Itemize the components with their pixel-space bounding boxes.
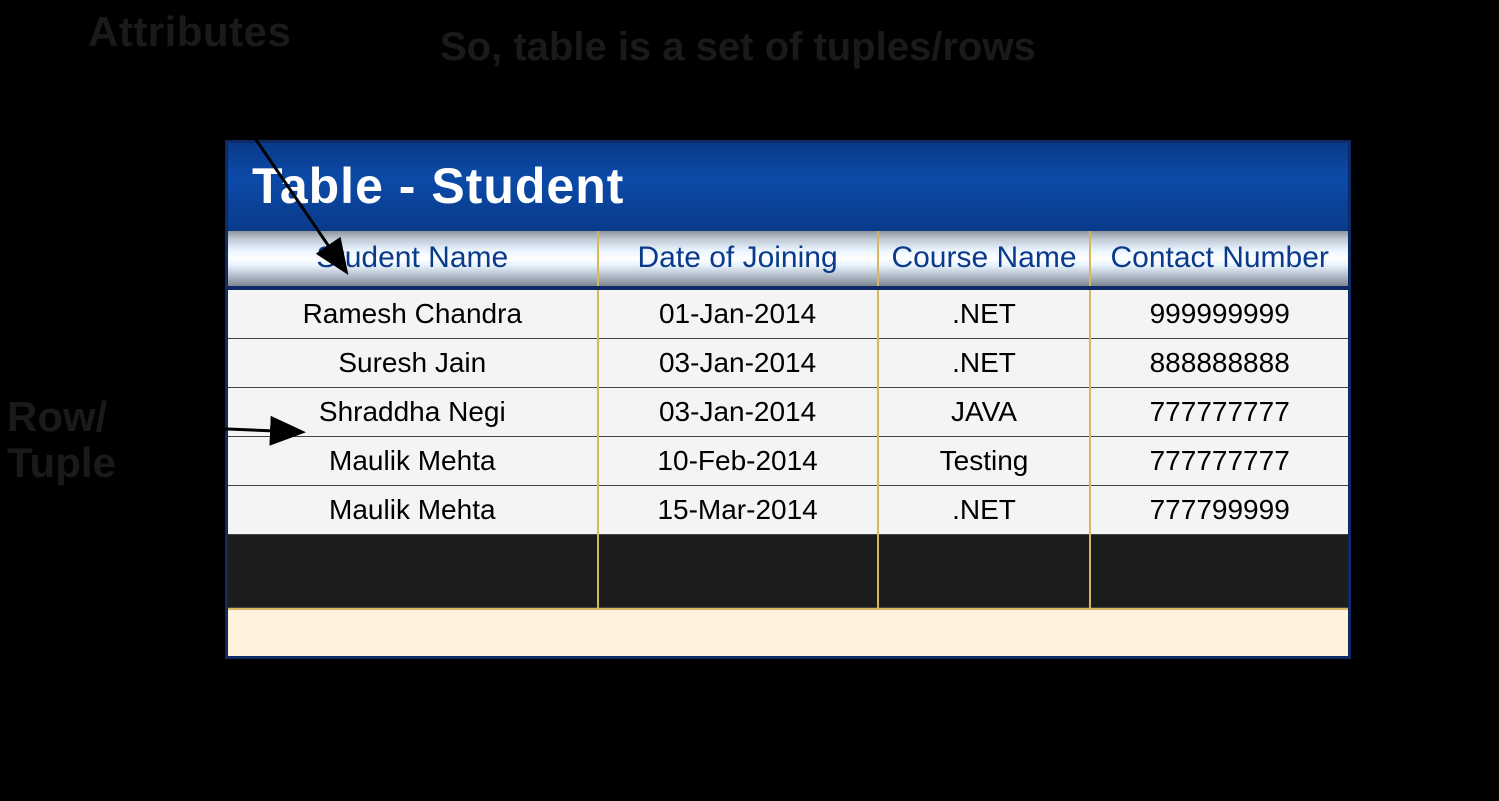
cell: Maulik Mehta: [228, 485, 598, 534]
table-header-row: Student Name Date of Joining Course Name…: [228, 231, 1348, 288]
table-row: Maulik Mehta 10-Feb-2014 Testing 7777777…: [228, 436, 1348, 485]
student-table: Student Name Date of Joining Course Name…: [228, 231, 1348, 608]
table-row: Suresh Jain 03-Jan-2014 .NET 888888888: [228, 338, 1348, 387]
table-footer-strip: [228, 608, 1348, 656]
row-tuple-label: Row/ Tuple: [7, 394, 116, 486]
cell: 10-Feb-2014: [598, 436, 878, 485]
table-row: Maulik Mehta 15-Mar-2014 .NET 777799999: [228, 485, 1348, 534]
table-title: Table - Student: [228, 143, 1348, 231]
col-contact-number: Contact Number: [1090, 231, 1348, 288]
attributes-label: Attributes: [88, 8, 291, 56]
cell-empty: [1090, 534, 1348, 607]
cell: Testing: [878, 436, 1091, 485]
cell: Shraddha Negi: [228, 387, 598, 436]
cell-empty: [228, 534, 598, 607]
cell: 777799999: [1090, 485, 1348, 534]
cell: 999999999: [1090, 288, 1348, 339]
cell: .NET: [878, 288, 1091, 339]
cell: 888888888: [1090, 338, 1348, 387]
table-row: Shraddha Negi 03-Jan-2014 JAVA 777777777: [228, 387, 1348, 436]
cell-empty: [598, 534, 878, 607]
cell-empty: [878, 534, 1091, 607]
table-row: Ramesh Chandra 01-Jan-2014 .NET 99999999…: [228, 288, 1348, 339]
cell: JAVA: [878, 387, 1091, 436]
table-row-empty: [228, 534, 1348, 607]
col-course-name: Course Name: [878, 231, 1091, 288]
cell: 15-Mar-2014: [598, 485, 878, 534]
col-date-joining: Date of Joining: [598, 231, 878, 288]
caption-text: So, table is a set of tuples/rows: [440, 25, 1036, 70]
cell: .NET: [878, 485, 1091, 534]
cell: 03-Jan-2014: [598, 387, 878, 436]
cell: 01-Jan-2014: [598, 288, 878, 339]
cell: 777777777: [1090, 387, 1348, 436]
cell: .NET: [878, 338, 1091, 387]
row-tuple-label-line2: Tuple: [7, 439, 116, 486]
col-student-name: Student Name: [228, 231, 598, 288]
cell: Maulik Mehta: [228, 436, 598, 485]
cell: Ramesh Chandra: [228, 288, 598, 339]
row-tuple-label-line1: Row/: [7, 393, 107, 440]
cell: 03-Jan-2014: [598, 338, 878, 387]
cell: Suresh Jain: [228, 338, 598, 387]
cell: 777777777: [1090, 436, 1348, 485]
student-table-block: Table - Student Student Name Date of Joi…: [225, 140, 1351, 659]
